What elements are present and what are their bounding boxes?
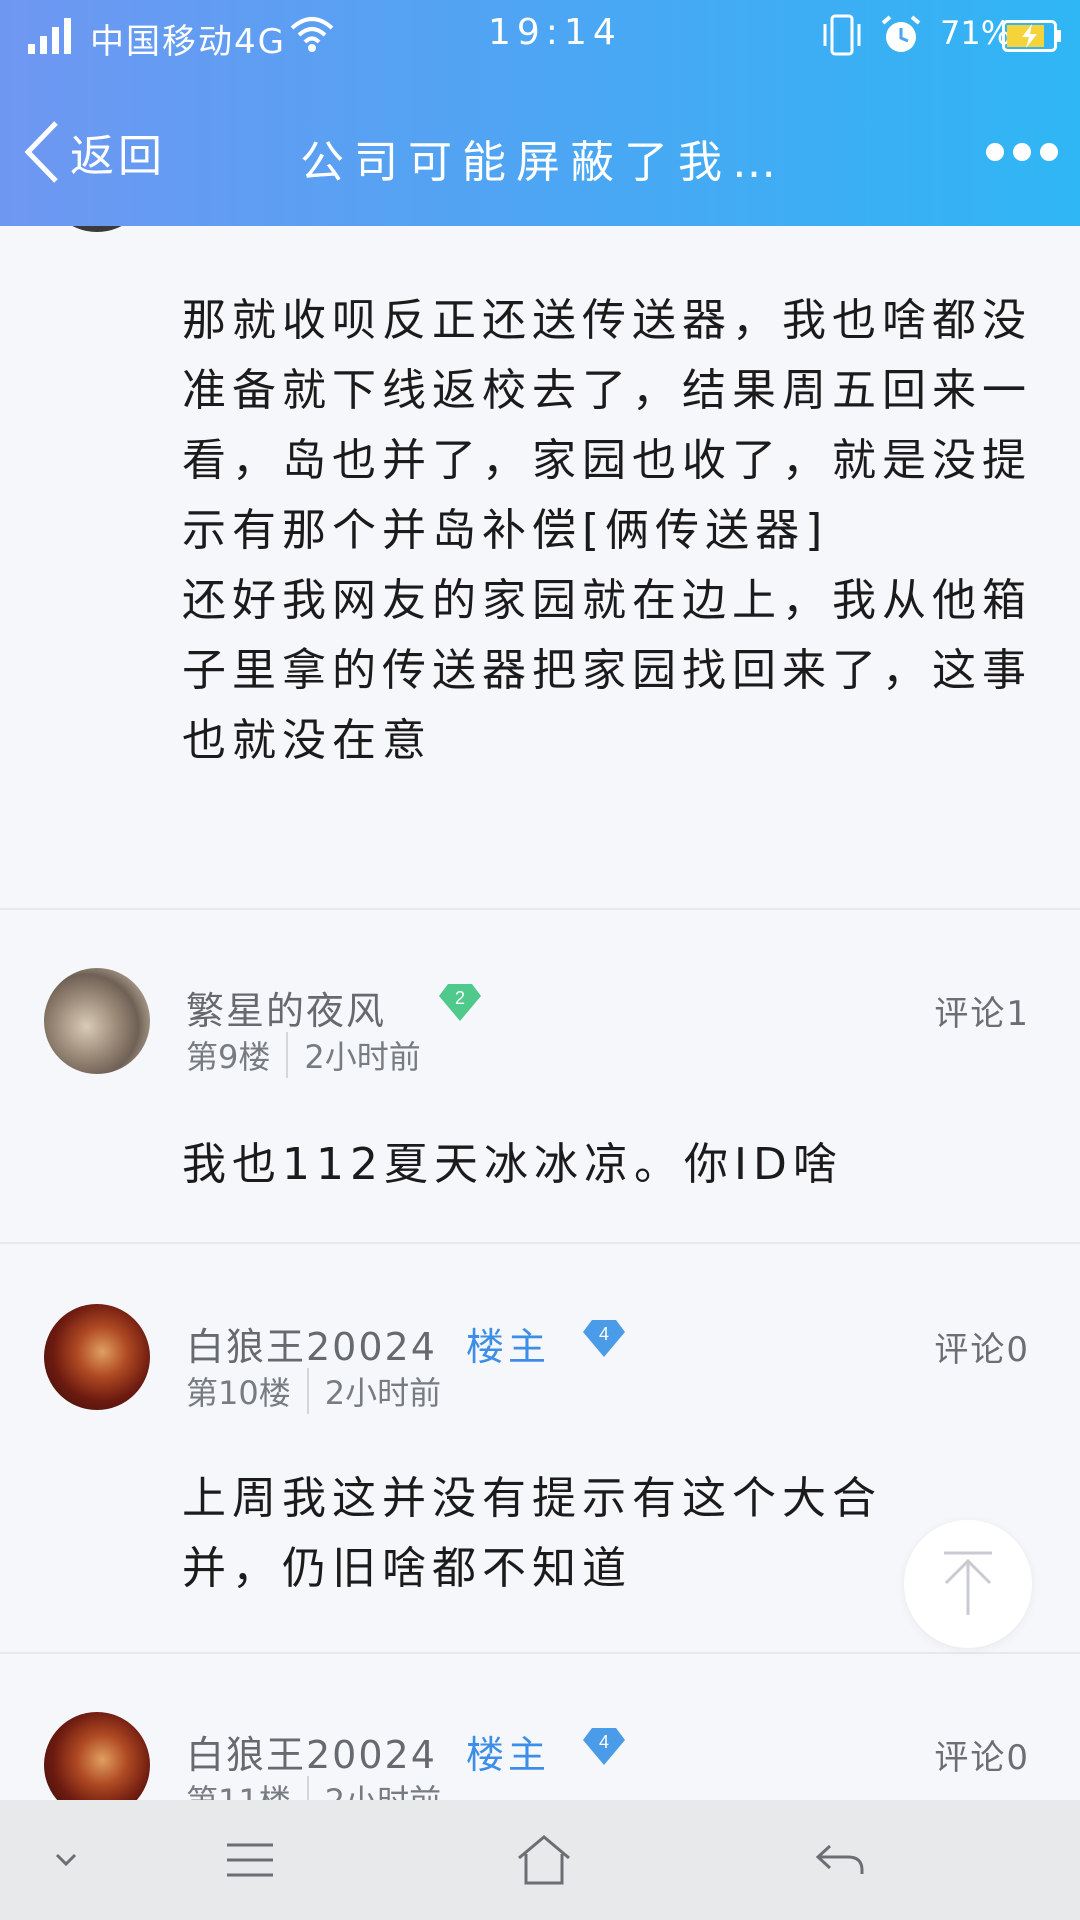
menu-button[interactable] <box>210 1820 290 1900</box>
collapse-nav-button[interactable] <box>26 1820 106 1900</box>
level-badge: 2 <box>438 982 482 1022</box>
avatar[interactable] <box>44 1304 150 1410</box>
post-item: 繁星的夜风 2 评论1 第9楼 2小时前 我也112夏天冰冰凉。你ID啥 <box>0 908 1080 1244</box>
navigation-bar <box>0 1800 1080 1920</box>
avatar[interactable] <box>44 968 150 1074</box>
level-number: 4 <box>599 1732 609 1752</box>
status-bar: 中国移动4G 19:14 71% <box>0 0 1080 72</box>
comment-count[interactable]: 评论1 <box>934 986 1030 1035</box>
post-time: 2小时前 <box>304 1038 421 1076</box>
post-list[interactable]: 那就收呗反正还送传送器，我也啥都没准备就下线返校去了，结果周五回来一看，岛也并了… <box>0 0 1080 1822</box>
more-dot <box>1013 143 1031 161</box>
post-time: 2小时前 <box>324 1374 442 1412</box>
screen: 那就收呗反正还送传送器，我也啥都没准备就下线返校去了，结果周五回来一看，岛也并了… <box>0 0 1080 1920</box>
username[interactable]: 繁星的夜风 <box>186 980 386 1035</box>
chevron-down-icon <box>55 1853 77 1867</box>
floor-number: 第9楼 <box>186 1038 271 1076</box>
level-number: 4 <box>599 1324 609 1344</box>
comment-count[interactable]: 评论0 <box>934 1730 1030 1779</box>
more-dot <box>1040 143 1058 161</box>
home-button[interactable] <box>504 1820 584 1900</box>
back-to-top-button[interactable] <box>904 1520 1032 1648</box>
carrier-label: 中国移动4G <box>90 22 286 62</box>
wifi-icon <box>290 17 334 52</box>
level-badge: 4 <box>582 1318 626 1358</box>
op-badge: 楼主 <box>466 1325 551 1369</box>
back-label: 返回 <box>70 131 166 182</box>
post-body: 我也112夏天冰冰凉。你ID啥 <box>182 1139 843 1190</box>
level-badge: 4 <box>582 1726 626 1766</box>
clock: 19:14 <box>488 12 622 53</box>
signal-icon <box>28 18 71 54</box>
page-title: 公司可能屏蔽了我… <box>300 137 780 188</box>
op-badge: 楼主 <box>466 1733 551 1777</box>
floor-number: 第10楼 <box>186 1374 291 1412</box>
post-body: 上周我这并没有提示有这个大合并，仍旧啥都不知道 <box>182 1473 882 1594</box>
more-dot <box>986 143 1004 161</box>
alarm-icon <box>881 15 921 52</box>
home-icon <box>518 1835 570 1885</box>
return-button[interactable] <box>800 1820 880 1900</box>
post-body: 那就收呗反正还送传送器，我也啥都没准备就下线返校去了，结果周五回来一看，岛也并了… <box>182 295 1032 766</box>
menu-icon <box>227 1843 273 1877</box>
back-button[interactable]: 返回 <box>22 112 166 192</box>
meta-divider <box>306 1368 309 1414</box>
title-bar: 返回 公司可能屏蔽了我… <box>0 92 1080 212</box>
chevron-left-icon <box>24 121 58 183</box>
comment-count[interactable]: 评论0 <box>934 1322 1030 1371</box>
battery-percentage: 71% <box>940 14 1012 52</box>
level-number: 2 <box>455 988 465 1008</box>
post-meta: 第9楼 2小时前 <box>186 1032 421 1078</box>
post-meta: 第10楼 2小时前 <box>186 1368 441 1414</box>
more-options-button[interactable] <box>986 132 1058 172</box>
header: 中国移动4G 19:14 71% 返回 公司可能屏蔽了我… <box>0 0 1080 226</box>
meta-divider <box>286 1032 289 1078</box>
username[interactable]: 白狼王20024 <box>186 1316 437 1371</box>
battery-charging-icon <box>1002 20 1061 52</box>
vibrate-icon <box>823 14 861 56</box>
arrow-up-to-top-icon <box>944 1551 992 1615</box>
username[interactable]: 白狼王20024 <box>186 1724 437 1779</box>
return-icon <box>815 1844 864 1874</box>
